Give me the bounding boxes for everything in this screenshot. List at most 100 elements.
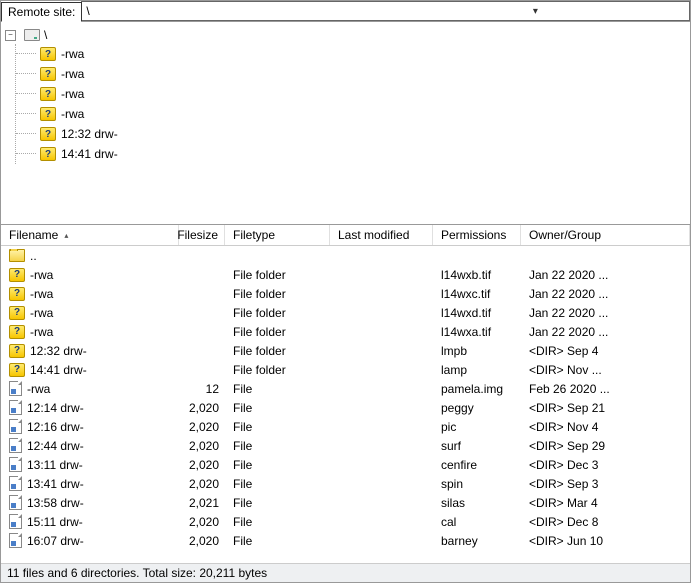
file-name: -rwa — [27, 382, 50, 396]
file-icon — [9, 533, 22, 548]
file-type: File folder — [225, 306, 330, 320]
file-permissions: peggy — [433, 401, 521, 415]
file-name: 12:14 drw- — [27, 401, 84, 415]
file-type: File — [225, 401, 330, 415]
file-size: 2,020 — [179, 458, 225, 472]
file-row[interactable]: ?-rwaFile folderl14wxd.tifJan 22 2020 ..… — [1, 303, 690, 322]
tree-root-row[interactable]: − \ — [5, 26, 690, 44]
file-row[interactable]: 13:11 drw-2,020Filecenfire<DIR> Dec 3 — [1, 455, 690, 474]
unknown-folder-icon: ? — [9, 325, 25, 339]
unknown-folder-icon: ? — [40, 47, 56, 61]
file-owner: <DIR> Dec 8 — [521, 515, 690, 529]
status-bar: 11 files and 6 directories. Total size: … — [1, 563, 690, 582]
file-list-header[interactable]: Filename ▴ Filesize Filetype Last modifi… — [1, 225, 690, 246]
file-row[interactable]: 15:11 drw- 2,020File cal<DIR> Dec 8 — [1, 512, 690, 531]
column-filesize[interactable]: Filesize — [179, 225, 225, 245]
file-icon — [9, 381, 22, 396]
file-name: 13:41 drw- — [27, 477, 84, 491]
file-row[interactable]: 16:07 drw-2,020Filebarney<DIR> Jun 10 — [1, 531, 690, 550]
column-filename-label: Filename — [9, 228, 58, 242]
file-size: 2,020 — [179, 515, 225, 529]
file-size: 2,020 — [179, 420, 225, 434]
remote-path-combo[interactable]: \ ▾ — [81, 1, 690, 21]
column-owner-group[interactable]: Owner/Group — [521, 225, 690, 245]
file-size: 2,020 — [179, 439, 225, 453]
file-owner: Jan 22 2020 ... — [521, 325, 690, 339]
tree-item-label: -rwa — [61, 107, 84, 121]
tree-item[interactable]: ?-rwa — [16, 44, 690, 64]
column-filetype[interactable]: Filetype — [225, 225, 330, 245]
tree-item[interactable]: ? -rwa — [16, 104, 690, 124]
file-permissions: l14wxa.tif — [433, 325, 521, 339]
file-row[interactable]: ?-rwaFile folderl14wxb.tifJan 22 2020 ..… — [1, 265, 690, 284]
file-type: File — [225, 534, 330, 548]
file-row[interactable]: ?14:41 drw-File folderlamp<DIR> Nov ... — [1, 360, 690, 379]
file-name: -rwa — [30, 306, 53, 320]
unknown-folder-icon: ? — [40, 87, 56, 101]
file-icon — [9, 400, 22, 415]
file-type: File folder — [225, 287, 330, 301]
remote-path-row: Remote site: \ ▾ — [1, 1, 690, 21]
file-size: 2,020 — [179, 477, 225, 491]
tree-item[interactable]: ?14:41 drw- — [16, 144, 690, 164]
column-permissions[interactable]: Permissions — [433, 225, 521, 245]
file-row[interactable]: 13:58 drw-2,021Filesilas<DIR> Mar 4 — [1, 493, 690, 512]
tree-item-label: -rwa — [61, 87, 84, 101]
file-type: File — [225, 515, 330, 529]
column-last-modified[interactable]: Last modified — [330, 225, 433, 245]
unknown-folder-icon: ? — [40, 127, 56, 141]
file-type: File folder — [225, 268, 330, 282]
file-row[interactable]: 12:16 drw-2,020Filepic<DIR> Nov 4 — [1, 417, 690, 436]
file-permissions: barney — [433, 534, 521, 548]
tree-collapse-icon[interactable]: − — [5, 30, 16, 41]
file-row[interactable]: -rwa12Filepamela.imgFeb 26 2020 ... — [1, 379, 690, 398]
file-row[interactable]: ?-rwaFile folderl14wxa.tifJan 22 2020 ..… — [1, 322, 690, 341]
file-row[interactable]: .. — [1, 246, 690, 265]
file-row[interactable]: ?-rwaFile folderl14wxc.tifJan 22 2020 ..… — [1, 284, 690, 303]
file-type: File — [225, 420, 330, 434]
file-permissions: surf — [433, 439, 521, 453]
file-permissions: l14wxd.tif — [433, 306, 521, 320]
file-name: 13:11 drw- — [27, 458, 83, 472]
file-list-body[interactable]: ..?-rwaFile folderl14wxb.tifJan 22 2020 … — [1, 246, 690, 563]
unknown-folder-icon: ? — [40, 107, 56, 121]
remote-path-value: \ — [86, 4, 385, 18]
file-row[interactable]: ?12:32 drw-File folderlmpb<DIR> Sep 4 — [1, 341, 690, 360]
file-permissions: spin — [433, 477, 521, 491]
file-owner: Jan 22 2020 ... — [521, 287, 690, 301]
file-type: File folder — [225, 325, 330, 339]
file-name: .. — [30, 249, 37, 263]
file-name: 12:16 drw- — [27, 420, 84, 434]
file-permissions: pamela.img — [433, 382, 521, 396]
file-permissions: cal — [433, 515, 521, 529]
file-permissions: lamp — [433, 363, 521, 377]
unknown-folder-icon: ? — [9, 306, 25, 320]
tree-item[interactable]: ?-rwa — [16, 64, 690, 84]
file-name: 16:07 drw- — [27, 534, 84, 548]
file-row[interactable]: 12:44 drw-2,020Filesurf<DIR> Sep 29 — [1, 436, 690, 455]
file-type: File — [225, 458, 330, 472]
unknown-folder-icon: ? — [40, 67, 56, 81]
file-permissions: l14wxb.tif — [433, 268, 521, 282]
file-owner: <DIR> Jun 10 — [521, 534, 690, 548]
drive-icon — [24, 29, 40, 41]
file-name: 15:11 drw- — [27, 515, 83, 529]
file-owner: <DIR> Nov ... — [521, 363, 690, 377]
file-owner: Feb 26 2020 ... — [521, 382, 690, 396]
unknown-folder-icon: ? — [9, 363, 25, 377]
file-row[interactable]: 12:14 drw-2,020Filepeggy<DIR> Sep 21 — [1, 398, 690, 417]
file-icon — [9, 495, 22, 510]
chevron-down-icon[interactable]: ▾ — [386, 6, 685, 17]
remote-tree[interactable]: − \ ?-rwa?-rwa?-rwa?-rwa?12:32 drw-?14:4… — [1, 21, 690, 224]
column-filename[interactable]: Filename ▴ — [1, 225, 179, 245]
tree-item[interactable]: ? -rwa — [16, 84, 690, 104]
tree-item[interactable]: ?12:32 drw- — [16, 124, 690, 144]
file-row[interactable]: 13:41 drw-2,020Filespin<DIR> Sep 3 — [1, 474, 690, 493]
file-permissions: lmpb — [433, 344, 521, 358]
folder-icon — [9, 249, 25, 262]
file-name: -rwa — [30, 268, 53, 282]
unknown-folder-icon: ? — [9, 268, 25, 282]
file-size: 2,021 — [179, 496, 225, 510]
file-type: File — [225, 496, 330, 510]
file-type: File — [225, 382, 330, 396]
